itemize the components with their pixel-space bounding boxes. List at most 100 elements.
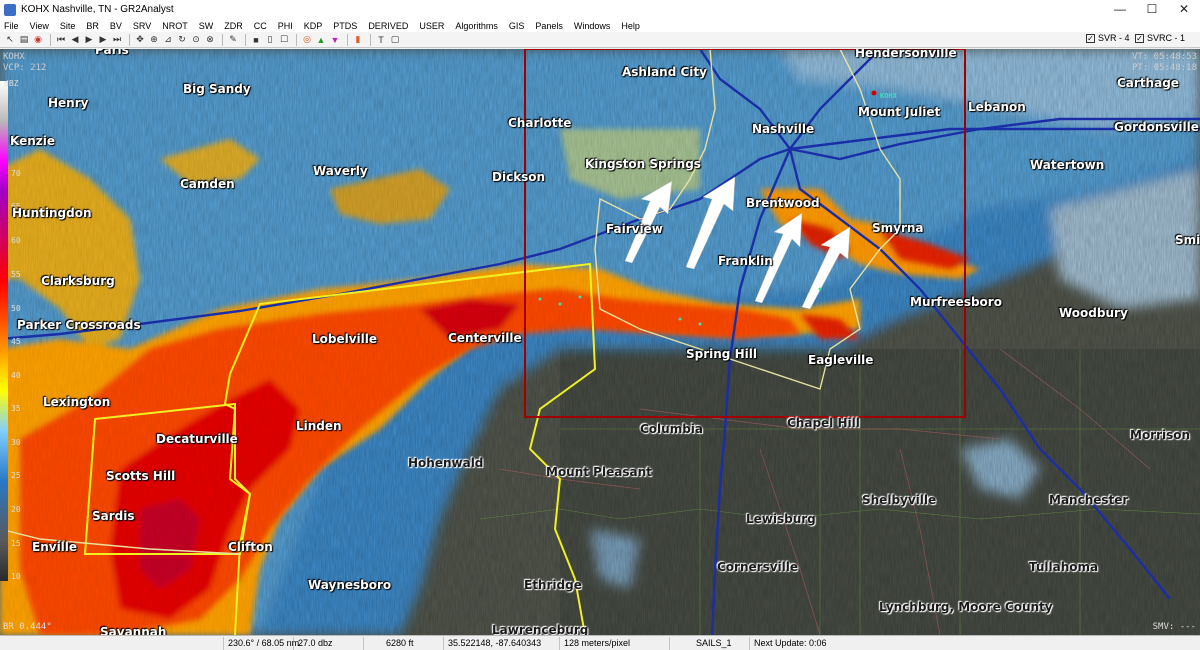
menu-user[interactable]: USER — [419, 21, 444, 31]
city-label: Hohenwald — [408, 456, 484, 470]
city-label: Camden — [180, 177, 235, 191]
radar-site-marker: KOHX — [880, 92, 897, 100]
svr-toggle[interactable]: ✓ SVR - 4 — [1086, 33, 1130, 43]
radar-map[interactable]: KOHX VCP: 212 VT: 05:48:53 PT: 05:48:18 … — [0, 49, 1200, 635]
menu-help[interactable]: Help — [621, 21, 640, 31]
storm-track-icon[interactable]: ◎ — [301, 34, 313, 46]
menu-panels[interactable]: Panels — [535, 21, 563, 31]
step-back-icon[interactable]: ◀ — [69, 34, 81, 46]
meso-up-icon[interactable]: ▲ — [315, 34, 327, 46]
svr-checkbox[interactable]: ✓ — [1086, 33, 1095, 43]
city-label: Chapel Hill — [787, 416, 860, 430]
hail-icon[interactable]: ▮ — [352, 34, 364, 46]
menu-bv[interactable]: BV — [110, 21, 122, 31]
menu-ptds[interactable]: PTDS — [333, 21, 357, 31]
status-mode: SAILS_1 — [670, 636, 750, 650]
city-label: Kenzie — [10, 134, 56, 148]
first-frame-icon[interactable]: ⏮ — [55, 34, 67, 46]
play-icon[interactable]: ▶ — [83, 34, 95, 46]
rotate-icon[interactable]: ↻ — [176, 34, 188, 46]
probe-icon[interactable]: ⊙ — [190, 34, 202, 46]
menu-kdp[interactable]: KDP — [304, 21, 323, 31]
legend-tick: 45 — [11, 337, 21, 346]
status-bar: 230.6° / 68.05 nm 27.0 dbz 6280 ft 35.52… — [0, 635, 1200, 650]
menu-gis[interactable]: GIS — [509, 21, 525, 31]
close-button[interactable]: ✕ — [1168, 0, 1200, 19]
city-label: Ethridge — [524, 578, 582, 592]
title-bar: KOHX Nashville, TN - GR2Analyst — ☐ ✕ — [0, 0, 1200, 19]
status-value: 27.0 dbz — [294, 636, 364, 650]
city-label: Cornersville — [717, 560, 799, 574]
pan-icon[interactable]: ✥ — [134, 34, 146, 46]
city-label: Spring Hill — [686, 347, 757, 361]
frame-icon[interactable]: ▢ — [389, 34, 401, 46]
city-label: Charlotte — [508, 116, 572, 130]
app-window: KOHX Nashville, TN - GR2Analyst — ☐ ✕ Fi… — [0, 0, 1200, 650]
city-label: Lexington — [43, 395, 111, 409]
city-label: Dickson — [492, 170, 546, 184]
last-frame-icon[interactable]: ⏭ — [111, 34, 123, 46]
note-icon[interactable]: ☐ — [278, 34, 290, 46]
status-height: 6280 ft — [364, 636, 444, 650]
city-label: Enville — [32, 540, 78, 554]
status-spacer — [0, 636, 224, 650]
cursor-icon[interactable]: ↖ — [4, 34, 16, 46]
menu-algorithms[interactable]: Algorithms — [455, 21, 498, 31]
city-label: Lobelville — [312, 332, 378, 346]
menu-br[interactable]: BR — [86, 21, 99, 31]
city-label: Columbia — [640, 422, 704, 436]
city-label: Lebanon — [968, 100, 1026, 114]
tvs-down-icon[interactable]: ▼ — [329, 34, 341, 46]
legend-tick: 40 — [11, 371, 21, 380]
palette-icon[interactable]: ◉ — [32, 34, 44, 46]
step-forward-icon[interactable]: ▶ — [97, 34, 109, 46]
zoom-icon[interactable]: ⊕ — [148, 34, 160, 46]
layers-icon[interactable]: ▤ — [18, 34, 30, 46]
status-azimuth: 230.6° / 68.05 nm — [224, 636, 299, 650]
city-label: Nashville — [752, 122, 815, 136]
menu-windows[interactable]: Windows — [574, 21, 611, 31]
city-label: Savannah — [100, 625, 167, 635]
svrc-toggle[interactable]: ✓ SVRC - 1 — [1135, 33, 1185, 43]
vcp-label: VCP: 212 — [3, 63, 47, 73]
minimize-button[interactable]: — — [1104, 0, 1136, 19]
toolbar: ↖ ▤ ◉ ⏮ ◀ ▶ ▶ ⏭ ✥ ⊕ ⊿ ↻ ⊙ ⊗ ✎ ■ ▯ ☐ ◎ ▲ … — [0, 32, 1200, 48]
maximize-button[interactable]: ☐ — [1136, 0, 1168, 19]
radar-site-id: KOHX — [3, 52, 25, 62]
city-label: Henry — [48, 96, 89, 110]
legend-unit: dBZ — [4, 79, 19, 88]
menu-phi[interactable]: PHI — [278, 21, 293, 31]
stop-icon[interactable]: ■ — [250, 34, 262, 46]
menu-cc[interactable]: CC — [254, 21, 267, 31]
measure-icon[interactable]: ⊿ — [162, 34, 174, 46]
svrc-checkbox[interactable]: ✓ — [1135, 33, 1144, 43]
pencil-icon[interactable]: ✎ — [227, 34, 239, 46]
product-time: PT: 05:48:18 — [1131, 63, 1197, 73]
menu-zdr[interactable]: ZDR — [224, 21, 243, 31]
radar-imagery — [0, 49, 1200, 635]
menu-nrot[interactable]: NROT — [162, 21, 188, 31]
menu-file[interactable]: File — [4, 21, 19, 31]
city-label: Morrison — [1130, 428, 1191, 442]
menu-srv[interactable]: SRV — [133, 21, 151, 31]
city-label: Gordonsville — [1114, 120, 1199, 134]
city-label: Ashland City — [622, 65, 707, 79]
city-label: Brentwood — [746, 196, 820, 210]
city-label: Hendersonville — [855, 49, 957, 60]
legend-tick: 15 — [11, 539, 21, 548]
cross-section-icon[interactable]: ⊗ — [204, 34, 216, 46]
menu-derived[interactable]: DERIVED — [368, 21, 408, 31]
menu-site[interactable]: Site — [60, 21, 76, 31]
city-label: Murfreesboro — [910, 295, 1002, 309]
city-label: Franklin — [718, 254, 773, 268]
marker-icon[interactable]: ▯ — [264, 34, 276, 46]
legend-tick: 20 — [11, 505, 21, 514]
menu-bar: File View Site BR BV SRV NROT SW ZDR CC … — [0, 19, 1200, 32]
menu-sw[interactable]: SW — [199, 21, 214, 31]
city-label: Decaturville — [156, 432, 238, 446]
text-tool-icon[interactable]: T — [375, 34, 387, 46]
city-label: Clarksburg — [41, 274, 115, 288]
menu-view[interactable]: View — [30, 21, 49, 31]
radar-time-info: VT: 05:48:53 PT: 05:48:18 — [1132, 52, 1197, 74]
city-label: Lawrenceburg — [492, 623, 589, 635]
